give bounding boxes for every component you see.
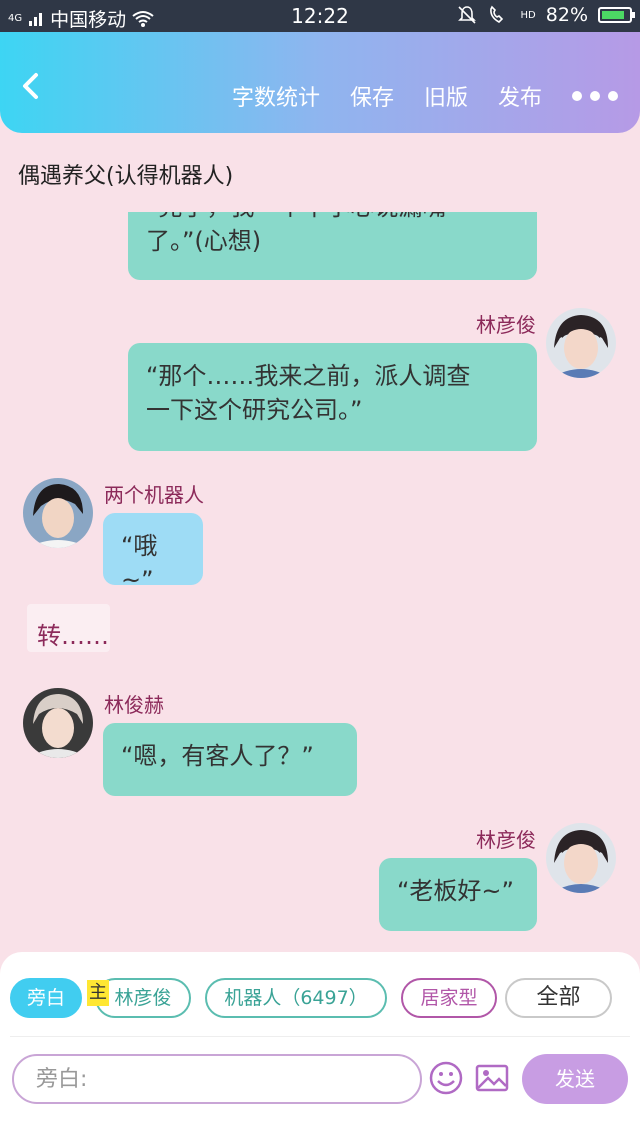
avatar[interactable] <box>546 308 616 378</box>
message-bubble[interactable]: “嗯，有客人了？” <box>103 723 357 796</box>
publish-button[interactable]: 发布 <box>498 80 542 112</box>
hd-call-icon <box>489 5 503 23</box>
avatar-image <box>546 308 616 378</box>
message-bubble[interactable]: “老板好~” <box>379 858 537 931</box>
chip-robot[interactable]: 机器人（6497） <box>205 978 387 1018</box>
avatar[interactable] <box>23 478 93 548</box>
back-button[interactable] <box>20 72 40 106</box>
message-text-line: “完了，我一个不小心说漏嘴 <box>146 212 519 224</box>
speaker-name: 林彦俊 <box>476 313 536 337</box>
message-bubble[interactable]: “完了，我一个不小心说漏嘴 了。”(心想) <box>128 212 537 280</box>
battery-percent: 82% <box>545 4 588 26</box>
message-input[interactable] <box>12 1054 422 1104</box>
chip-lin-yanjun[interactable]: 林彦俊 <box>95 978 191 1018</box>
speaker-name: 两个机器人 <box>104 483 204 507</box>
message-text: “老板好~” <box>397 877 514 905</box>
emoji-button[interactable] <box>428 1060 466 1098</box>
avatar[interactable] <box>23 688 93 758</box>
message-bubble[interactable]: “哦~” <box>103 513 203 594</box>
chevron-left-icon <box>23 73 38 99</box>
message-text-line: 一下这个研究公司。” <box>146 396 363 424</box>
more-button[interactable] <box>572 91 618 101</box>
chip-home-type[interactable]: 居家型 <box>401 978 497 1018</box>
avatar-image <box>23 478 93 548</box>
avatar[interactable] <box>546 823 616 893</box>
image-icon <box>475 1064 509 1092</box>
divider <box>10 1036 630 1037</box>
smiley-icon <box>429 1061 463 1095</box>
image-button[interactable] <box>474 1060 512 1098</box>
battery-icon <box>598 7 635 23</box>
message-bubble[interactable]: “那个……我来之前，派人调查 一下这个研究公司。” <box>128 343 537 451</box>
chip-all[interactable]: 全部 <box>505 978 612 1018</box>
word-count-button[interactable]: 字数统计 <box>232 80 320 112</box>
mute-bell-icon <box>457 6 476 24</box>
send-button[interactable]: 发送 <box>522 1054 628 1104</box>
editor-header: 字数统计 保存 旧版 发布 <box>0 32 640 133</box>
old-version-button[interactable]: 旧版 <box>424 80 468 112</box>
host-tag: 主 <box>87 980 109 1006</box>
narration-bubble[interactable]: 转…… <box>27 604 110 652</box>
status-right: HD 82% <box>457 4 635 26</box>
message-text-line: 了。”(心想) <box>146 227 262 255</box>
avatar-image <box>23 688 93 758</box>
save-button[interactable]: 保存 <box>350 80 394 112</box>
hd-label: HD <box>520 9 536 21</box>
story-title: 偶遇养父(认得机器人) <box>18 164 234 189</box>
message-text: “哦~” <box>121 532 158 594</box>
chat-area[interactable]: “完了，我一个不小心说漏嘴 了。”(心想) 林彦俊 “那个……我来之前，派人调查… <box>0 212 640 952</box>
message-text-line: “那个……我来之前，派人调查 <box>146 362 471 390</box>
chip-narration[interactable]: 旁白 <box>10 978 82 1018</box>
status-bar: 4G 中国移动 12:22 HD 82% <box>0 0 640 32</box>
avatar-image <box>546 823 616 893</box>
header-actions: 字数统计 保存 旧版 发布 <box>232 80 618 112</box>
message-text: “嗯，有客人了？” <box>121 742 314 770</box>
speaker-name: 林俊赫 <box>104 693 164 717</box>
speaker-name: 林彦俊 <box>476 828 536 852</box>
